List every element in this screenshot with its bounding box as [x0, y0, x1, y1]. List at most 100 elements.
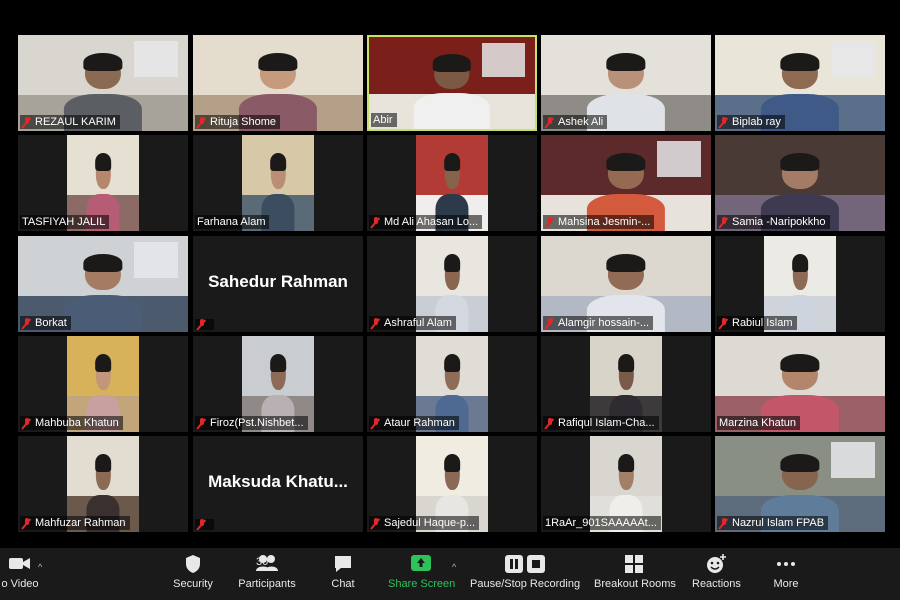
- participant-tile[interactable]: Mahfuzar Rahman: [18, 436, 188, 532]
- share-screen-icon: [388, 554, 454, 574]
- security-button[interactable]: Security: [170, 554, 216, 590]
- participant-nametag: Rituja Shome: [195, 115, 281, 129]
- participant-name: Mahbuba Khatun: [35, 417, 119, 429]
- mic-muted-icon: [22, 517, 32, 529]
- participant-tile[interactable]: Borkat: [18, 236, 188, 332]
- participant-nametag: Rafiqul Islam-Cha...: [543, 416, 659, 430]
- more-label: More: [773, 578, 799, 590]
- mic-muted-icon: [197, 519, 207, 530]
- video-camera-icon: [0, 554, 40, 574]
- participant-tile[interactable]: TASFIYAH JALIL: [18, 135, 188, 231]
- video-button-label: o Video: [1, 578, 39, 590]
- participant-name: Nazrul Islam FPAB: [732, 517, 825, 529]
- participant-nametag: Borkat: [20, 316, 71, 330]
- chat-label: Chat: [331, 578, 355, 590]
- participant-nametag: Nazrul Islam FPAB: [717, 516, 829, 530]
- participant-figure: [413, 54, 491, 129]
- participant-name: Firoz(Pst.Nishbet...: [210, 417, 304, 429]
- breakout-rooms-icon: [594, 554, 674, 574]
- participant-nametag: Abir: [371, 113, 397, 127]
- video-gallery: REZAUL KARIM Rituja Shome Abir Ashek Ali Bip…: [0, 0, 900, 540]
- participant-name: Samia -Naripokkho: [732, 216, 826, 228]
- mic-muted-icon: [197, 319, 207, 330]
- share-screen-label: Share Screen: [388, 578, 456, 590]
- mic-muted-icon: [371, 417, 381, 429]
- participant-tile[interactable]: Abir: [367, 35, 537, 131]
- participant-name: Rituja Shome: [210, 116, 277, 128]
- participant-name: Md Ali Ahasan Lo...: [384, 216, 479, 228]
- share-options-caret[interactable]: ^: [452, 562, 456, 572]
- mic-muted-icon: [545, 216, 555, 228]
- participant-tile[interactable]: Samia -Naripokkho: [715, 135, 885, 231]
- participant-nametag: Mahsina Jesmin-...: [543, 215, 655, 229]
- participant-tile[interactable]: Rituja Shome: [193, 35, 363, 131]
- participant-tile[interactable]: Nazrul Islam FPAB: [715, 436, 885, 532]
- participant-tile[interactable]: Biplab ray: [715, 35, 885, 131]
- participant-nametag: 1RaAr_901SAAAAAt...: [543, 516, 661, 530]
- more-button[interactable]: More: [770, 554, 802, 590]
- mic-muted-icon: [719, 216, 729, 228]
- participant-display-name: Sahedur Rahman: [208, 272, 348, 291]
- video-options-caret[interactable]: ^: [38, 562, 42, 572]
- participant-nametag: Marzina Khatun: [717, 416, 801, 430]
- participant-name: Alamgir hossain-...: [558, 317, 650, 329]
- participant-name: Mahsina Jesmin-...: [558, 216, 651, 228]
- participant-name: Marzina Khatun: [719, 417, 797, 429]
- participant-tile[interactable]: Firoz(Pst.Nishbet...: [193, 336, 363, 432]
- participants-button[interactable]: 30 Participants: [236, 554, 298, 590]
- participant-nametag: REZAUL KARIM: [20, 115, 120, 129]
- breakout-rooms-button[interactable]: Breakout Rooms: [594, 554, 676, 590]
- chat-button[interactable]: Chat: [326, 554, 360, 590]
- participant-name: Ashek Ali: [558, 116, 604, 128]
- participant-name: Ataur Rahman: [384, 417, 455, 429]
- participant-name: Abir: [373, 114, 393, 126]
- participant-name: Rabiul Islam: [732, 317, 793, 329]
- participant-tile[interactable]: Rabiul Islam: [715, 236, 885, 332]
- participant-tile[interactable]: 1RaAr_901SAAAAAt...: [541, 436, 711, 532]
- participant-tile[interactable]: Maksuda Khatu...: [193, 436, 363, 532]
- participant-tile[interactable]: Sahedur Rahman: [193, 236, 363, 332]
- participant-tile[interactable]: Ataur Rahman: [367, 336, 537, 432]
- mic-muted-icon: [719, 116, 729, 128]
- recording-label: Pause/Stop Recording: [470, 578, 581, 590]
- participant-name: Borkat: [35, 317, 67, 329]
- breakout-rooms-label: Breakout Rooms: [594, 578, 676, 590]
- mic-muted-icon: [22, 317, 32, 329]
- participant-nametag: Farhana Alam: [195, 215, 270, 229]
- reactions-button[interactable]: Reactions: [692, 554, 741, 590]
- reactions-label: Reactions: [692, 578, 741, 590]
- participant-tile[interactable]: Sajedul Haque-p...: [367, 436, 537, 532]
- participant-name: Sajedul Haque-p...: [384, 517, 476, 529]
- participant-tile[interactable]: Md Ali Ahasan Lo...: [367, 135, 537, 231]
- participant-nametag: Firoz(Pst.Nishbet...: [195, 416, 308, 430]
- participant-tile[interactable]: Alamgir hossain-...: [541, 236, 711, 332]
- participant-name: Biplab ray: [732, 116, 781, 128]
- participant-nametag: Alamgir hossain-...: [543, 316, 654, 330]
- participant-tile[interactable]: Rafiqul Islam-Cha...: [541, 336, 711, 432]
- participant-tile[interactable]: REZAUL KARIM: [18, 35, 188, 131]
- meeting-toolbar: o Video ^ Security 30 Participants Chat …: [0, 548, 900, 600]
- stop-video-button[interactable]: o Video: [0, 554, 40, 590]
- mic-muted-icon: [719, 317, 729, 329]
- mic-muted-icon: [197, 116, 207, 128]
- participant-nametag: Samia -Naripokkho: [717, 215, 830, 229]
- participant-tile[interactable]: Ashek Ali: [541, 35, 711, 131]
- participant-tile[interactable]: Marzina Khatun: [715, 336, 885, 432]
- participant-nametag: Sajedul Haque-p...: [369, 516, 480, 530]
- participant-name: Farhana Alam: [197, 216, 266, 228]
- participant-tile[interactable]: Farhana Alam: [193, 135, 363, 231]
- participant-name: Mahfuzar Rahman: [35, 517, 126, 529]
- participant-tile[interactable]: Mahsina Jesmin-...: [541, 135, 711, 231]
- pause-stop-recording-button[interactable]: Pause/Stop Recording: [470, 554, 580, 590]
- participant-figure: [63, 254, 143, 332]
- participant-tile[interactable]: Mahbuba Khatun: [18, 336, 188, 432]
- share-screen-button[interactable]: Share Screen: [388, 554, 456, 590]
- mic-muted-icon: [197, 417, 207, 429]
- mic-muted-icon: [22, 116, 32, 128]
- participant-nametag: Ashraful Alam: [369, 316, 456, 330]
- participant-nametag: Ashek Ali: [543, 115, 608, 129]
- participant-nametag: Md Ali Ahasan Lo...: [369, 215, 483, 229]
- participant-name: Rafiqul Islam-Cha...: [558, 417, 655, 429]
- mic-muted-icon: [545, 417, 555, 429]
- participant-tile[interactable]: Ashraful Alam: [367, 236, 537, 332]
